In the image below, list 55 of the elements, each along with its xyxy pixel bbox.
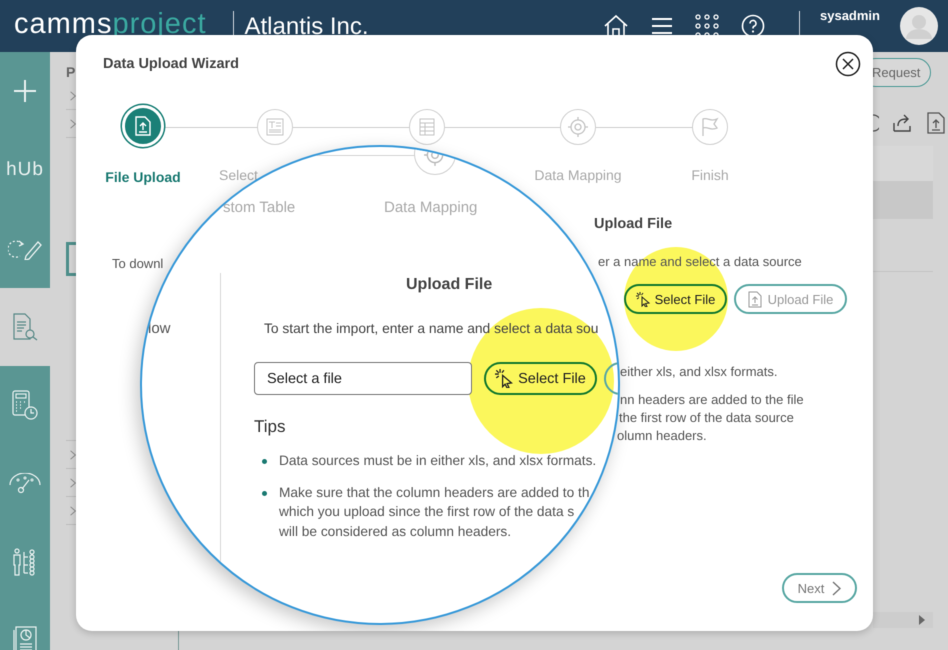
tip-text: Data sources must be in either xls, and xlsx formats. <box>279 452 596 470</box>
step-label[interactable]: Finish <box>691 167 729 183</box>
section-heading: Upload File <box>406 276 492 294</box>
tip-text: the first row of the data source <box>619 409 794 427</box>
next-button[interactable]: Next <box>782 573 857 603</box>
gauge-icon <box>9 472 41 495</box>
logo[interactable]: cammsproject <box>14 10 206 38</box>
step-label: Data Mapping <box>384 199 478 216</box>
select-file-button[interactable]: Select File <box>624 284 727 314</box>
help-icon[interactable] <box>741 14 766 38</box>
cursor-click-icon <box>636 292 651 306</box>
crosshair-icon <box>567 116 589 138</box>
instruction-text: To downl <box>112 256 164 271</box>
flag-icon <box>701 117 719 137</box>
report-icon <box>13 626 37 650</box>
select-file-button[interactable]: Select File <box>484 362 597 395</box>
chevron-right-icon <box>832 580 842 596</box>
step-label[interactable]: File Upload <box>105 169 181 185</box>
document-search-icon <box>12 312 38 341</box>
upload-file-icon <box>135 116 151 136</box>
section-heading: Upload File <box>594 216 672 232</box>
close-icon[interactable] <box>835 50 861 76</box>
breadcrumb-text[interactable]: P <box>66 64 76 82</box>
tip-text: nn headers are added to the file <box>620 391 804 409</box>
upload-file-button[interactable]: Upload File <box>734 284 847 314</box>
plus-icon <box>13 79 37 104</box>
horizontal-scrollbar[interactable] <box>873 612 933 628</box>
bullet-icon <box>262 459 267 464</box>
sidebar-item[interactable]: hUb <box>0 130 50 209</box>
avatar[interactable] <box>900 7 938 45</box>
apps-grid-icon[interactable] <box>695 14 720 38</box>
step-label: stom Table <box>223 199 296 216</box>
tip-text: either xls, and xlsx formats. <box>620 364 778 379</box>
calculator-clock-icon <box>12 390 38 420</box>
table-icon <box>419 118 435 136</box>
tips-heading: Tips <box>254 417 286 437</box>
bullet-icon <box>262 490 267 496</box>
home-icon[interactable] <box>603 14 630 38</box>
sidebar-item[interactable] <box>0 288 50 366</box>
user-name[interactable]: sysadmin <box>820 8 880 23</box>
text-block-icon <box>266 118 284 136</box>
file-field[interactable]: Select a file <box>254 362 472 395</box>
step-label[interactable]: Data Mapping <box>534 167 622 183</box>
instruction-text: low <box>148 320 171 337</box>
cursor-click-icon <box>495 369 514 388</box>
company-name: Atlantis Inc. <box>244 13 369 41</box>
menu-icon[interactable] <box>651 17 674 35</box>
tip-text: olumn headers. <box>617 427 707 445</box>
step-label[interactable]: Select <box>219 167 258 183</box>
upload-file-icon <box>748 290 762 308</box>
share-icon[interactable] <box>893 114 913 132</box>
upload-file-icon[interactable] <box>927 112 945 134</box>
tip-text: Make sure that the column headers are added to th which you upload since the first row of the data s will be considered as column headers. <box>279 484 590 540</box>
dialog-title: Data Upload Wizard <box>103 56 240 72</box>
scroll-right-icon[interactable] <box>919 615 925 625</box>
